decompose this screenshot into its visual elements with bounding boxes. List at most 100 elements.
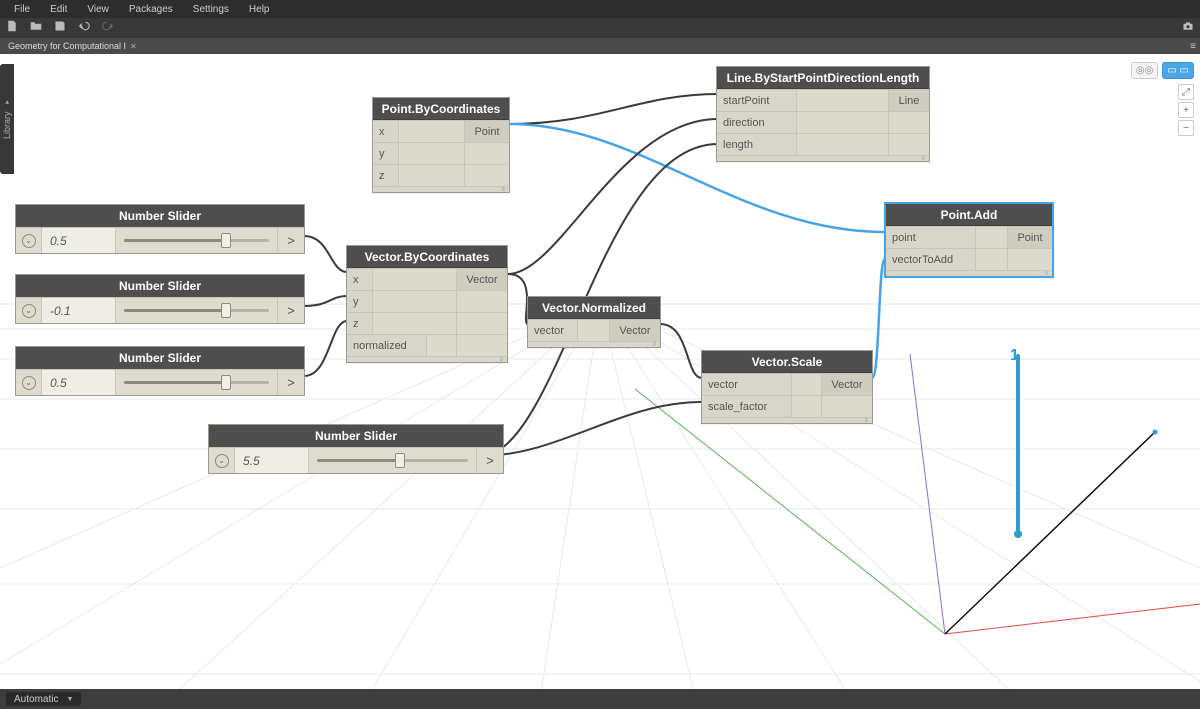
output-port-line[interactable]: Line — [889, 90, 929, 111]
node-title: Line.ByStartPointDirectionLength — [717, 67, 929, 89]
view-orbit-icon[interactable]: ◎◎ — [1131, 62, 1158, 79]
slider-output-port[interactable]: > — [278, 298, 304, 323]
slider-expand-toggle[interactable]: ⌄ — [209, 448, 235, 473]
input-port-normalized[interactable]: normalized — [347, 335, 427, 356]
node-title: Point.Add — [886, 204, 1052, 226]
chevron-down-icon: ▼ — [66, 696, 73, 703]
output-port-vector[interactable]: Vector — [457, 269, 507, 290]
screenshot-icon[interactable] — [1182, 19, 1194, 37]
toolbar — [0, 18, 1200, 38]
workspace-tab[interactable]: Geometry for Computational I ✕ — [2, 41, 143, 51]
menu-file[interactable]: File — [4, 4, 40, 15]
node-line-by-start-point-direction-length[interactable]: Line.ByStartPointDirectionLength startPo… — [716, 66, 930, 162]
node-point-add[interactable]: Point.Add point Point vectorToAdd ≡ — [884, 202, 1054, 278]
slider-track[interactable] — [116, 228, 278, 253]
new-file-icon[interactable] — [6, 19, 18, 37]
input-port-direction[interactable]: direction — [717, 112, 797, 133]
output-port-point[interactable]: Point — [1008, 227, 1052, 248]
input-port-scale-factor[interactable]: scale_factor — [702, 396, 792, 417]
node-grip[interactable]: ≡ — [702, 417, 872, 423]
menu-settings[interactable]: Settings — [183, 4, 239, 15]
node-title: Point.ByCoordinates — [373, 98, 509, 120]
close-tab-icon[interactable]: ✕ — [130, 42, 137, 51]
slider-expand-toggle[interactable]: ⌄ — [16, 370, 42, 395]
redo-icon[interactable] — [102, 19, 114, 37]
view-toolbar: ◎◎ ▭ ▭ — [1131, 62, 1194, 79]
node-title: Number Slider — [16, 347, 304, 369]
menu-packages[interactable]: Packages — [119, 4, 183, 15]
input-port-point[interactable]: point — [886, 227, 976, 248]
open-file-icon[interactable] — [30, 19, 42, 37]
library-label: Library — [2, 111, 12, 139]
slider-expand-toggle[interactable]: ⌄ — [16, 228, 42, 253]
menu-edit[interactable]: Edit — [40, 4, 77, 15]
slider-output-port[interactable]: > — [278, 370, 304, 395]
node-vector-by-coordinates[interactable]: Vector.ByCoordinates x Vector y z normal… — [346, 245, 508, 363]
node-grip[interactable]: ≡ — [886, 270, 1052, 276]
slider-value[interactable]: 0.5 — [42, 370, 116, 395]
node-grip[interactable]: ≡ — [347, 356, 507, 362]
node-number-slider-3[interactable]: Number Slider ⌄ 0.5 > — [15, 346, 305, 396]
fit-view-icon[interactable]: ⤢ — [1178, 84, 1194, 100]
chevron-down-icon: ⌄ — [215, 454, 229, 468]
node-grip[interactable]: ≡ — [528, 341, 660, 347]
tab-menu-icon[interactable]: ≡ — [1190, 41, 1196, 52]
menu-view[interactable]: View — [77, 4, 119, 15]
menu-help[interactable]: Help — [239, 4, 280, 15]
input-port-vector[interactable]: vector — [702, 374, 792, 395]
chevron-down-icon: ⌄ — [22, 376, 36, 390]
slider-value[interactable]: 0.5 — [42, 228, 116, 253]
slider-value[interactable]: 5.5 — [235, 448, 309, 473]
node-title: Number Slider — [209, 425, 503, 447]
output-port-vector[interactable]: Vector — [610, 320, 660, 341]
zoom-in-icon[interactable]: + — [1178, 102, 1194, 118]
status-bar: Automatic ▼ — [0, 689, 1200, 709]
node-title: Number Slider — [16, 275, 304, 297]
input-port-start-point[interactable]: startPoint — [717, 90, 797, 111]
output-port-vector[interactable]: Vector — [822, 374, 872, 395]
library-panel-toggle[interactable]: Library▸ — [0, 64, 14, 174]
slider-output-port[interactable]: > — [278, 228, 304, 253]
node-number-slider-2[interactable]: Number Slider ⌄ -0.1 > — [15, 274, 305, 324]
input-port-length[interactable]: length — [717, 134, 797, 155]
workspace-tab-title: Geometry for Computational I — [8, 41, 126, 51]
node-vector-normalized[interactable]: Vector.Normalized vector Vector ≡ — [527, 296, 661, 348]
slider-track[interactable] — [116, 370, 278, 395]
tab-bar: Geometry for Computational I ✕ ≡ — [0, 38, 1200, 54]
input-port-vector[interactable]: vector — [528, 320, 578, 341]
menu-bar: File Edit View Packages Settings Help — [0, 0, 1200, 18]
slider-track[interactable] — [309, 448, 477, 473]
graph-canvas[interactable]: 1 Library▸ ◎◎ ▭ ▭ ⤢ + − Point.ByCoordina… — [0, 54, 1200, 689]
input-port-vector-to-add[interactable]: vectorToAdd — [886, 249, 976, 270]
node-vector-scale[interactable]: Vector.Scale vector Vector scale_factor … — [701, 350, 873, 424]
run-mode-label: Automatic — [14, 694, 58, 705]
chevron-down-icon: ⌄ — [22, 304, 36, 318]
slider-value[interactable]: -0.1 — [42, 298, 116, 323]
node-title: Vector.ByCoordinates — [347, 246, 507, 268]
save-icon[interactable] — [54, 19, 66, 37]
slider-output-port[interactable]: > — [477, 448, 503, 473]
input-port-x[interactable]: x — [373, 121, 399, 142]
input-port-y[interactable]: y — [347, 291, 373, 312]
output-port-point[interactable]: Point — [465, 121, 509, 142]
input-port-y[interactable]: y — [373, 143, 399, 164]
viewport-point-label: 1 — [1010, 347, 1019, 364]
node-title: Number Slider — [16, 205, 304, 227]
node-number-slider-1[interactable]: Number Slider ⌄ 0.5 > — [15, 204, 305, 254]
slider-track[interactable] — [116, 298, 278, 323]
run-mode-dropdown[interactable]: Automatic ▼ — [6, 692, 81, 706]
input-port-x[interactable]: x — [347, 269, 373, 290]
node-title: Vector.Normalized — [528, 297, 660, 319]
chevron-down-icon: ⌄ — [22, 234, 36, 248]
input-port-z[interactable]: z — [347, 313, 373, 334]
node-point-by-coordinates[interactable]: Point.ByCoordinates x Point y z ≡ — [372, 97, 510, 193]
node-title: Vector.Scale — [702, 351, 872, 373]
slider-expand-toggle[interactable]: ⌄ — [16, 298, 42, 323]
zoom-out-icon[interactable]: − — [1178, 120, 1194, 136]
undo-icon[interactable] — [78, 19, 90, 37]
node-grip[interactable]: ≡ — [717, 155, 929, 161]
node-grip[interactable]: ≡ — [373, 186, 509, 192]
input-port-z[interactable]: z — [373, 165, 399, 186]
node-number-slider-4[interactable]: Number Slider ⌄ 5.5 > — [208, 424, 504, 474]
view-mode-switch[interactable]: ▭ ▭ — [1162, 62, 1194, 79]
